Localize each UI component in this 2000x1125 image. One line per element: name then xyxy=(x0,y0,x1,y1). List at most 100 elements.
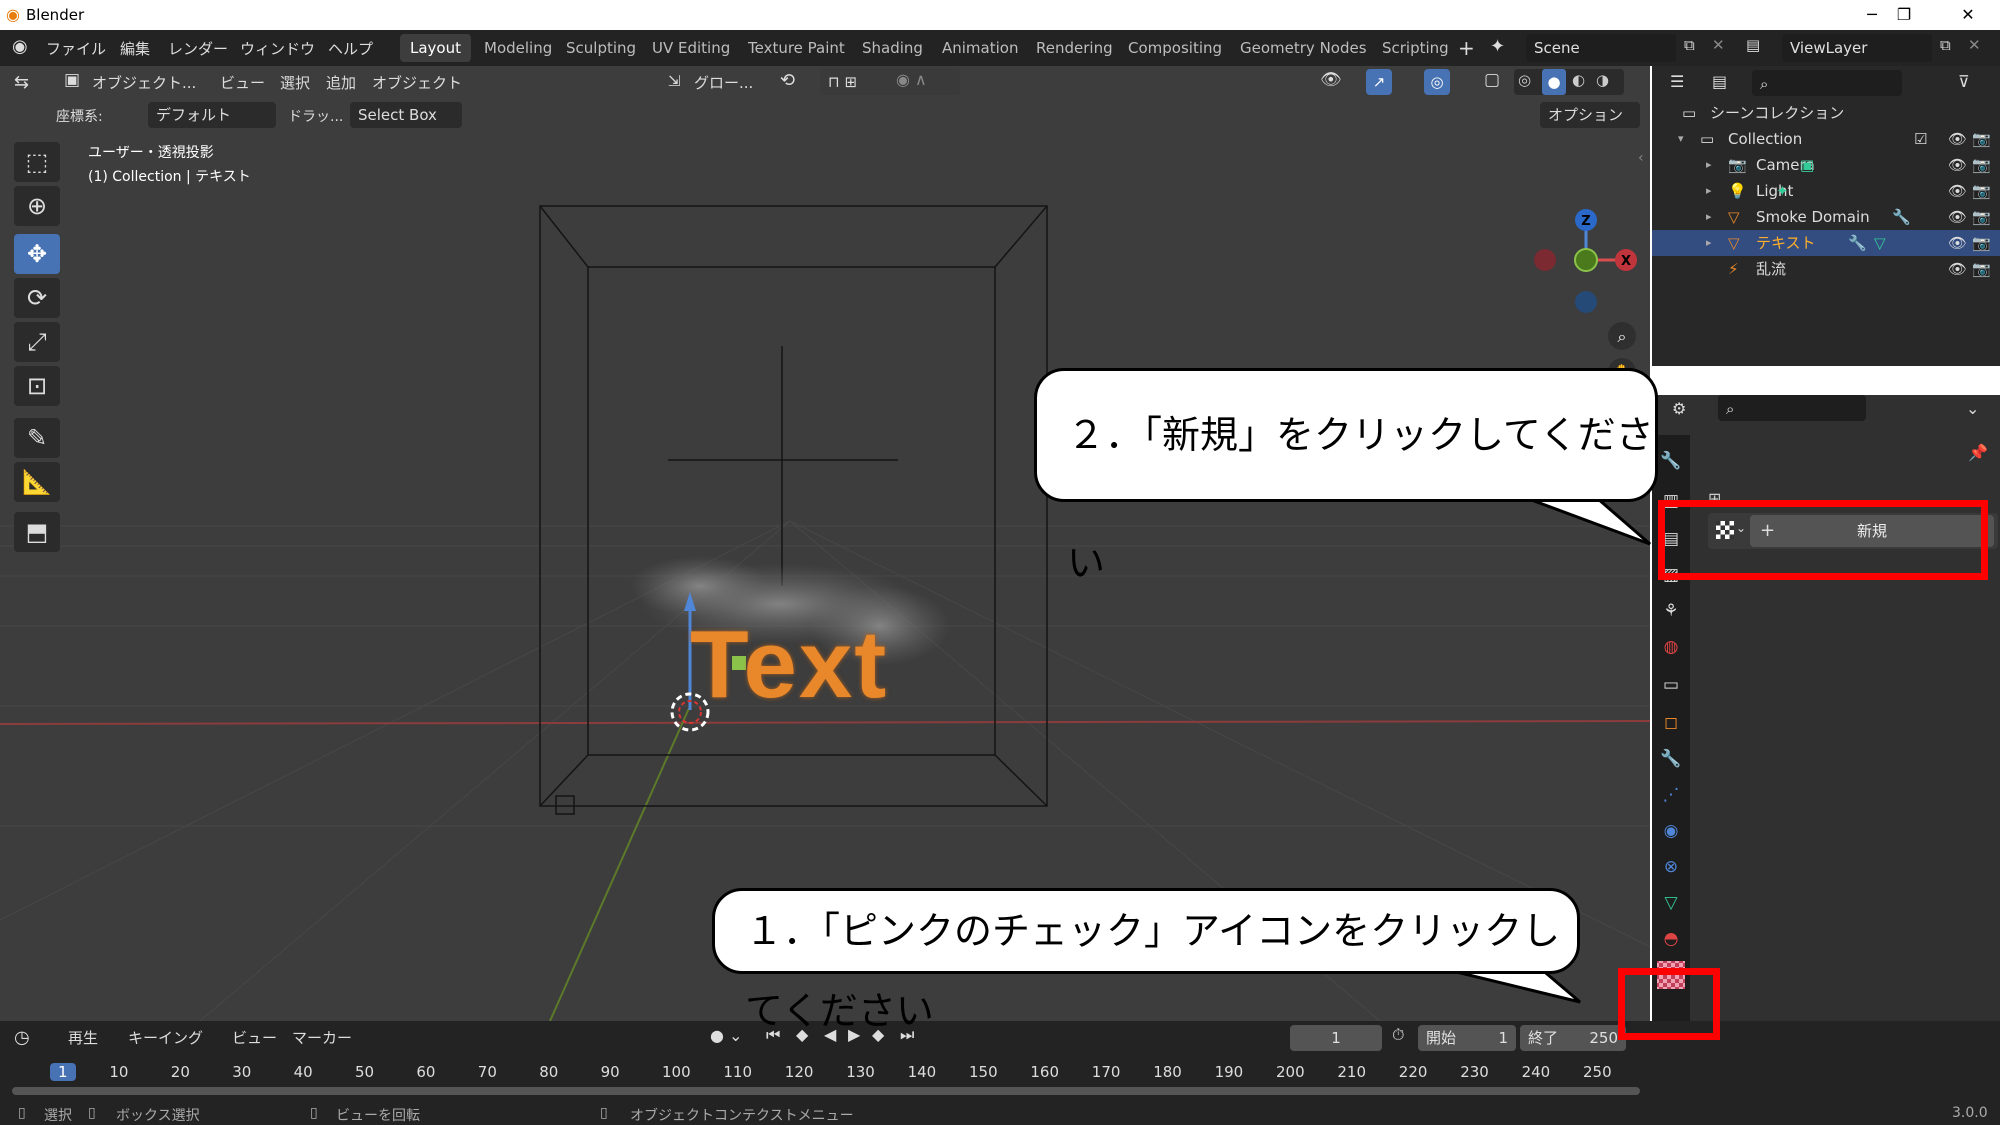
end-frame-field[interactable]: 終了 250 xyxy=(1520,1025,1626,1051)
proportional-edit-icon[interactable]: ◉ ∧ xyxy=(896,70,927,89)
menu-render[interactable]: レンダー xyxy=(168,38,228,59)
annotate-tool-icon[interactable]: ✎ xyxy=(14,418,60,458)
workspace-tab-geometry-nodes[interactable]: Geometry Nodes xyxy=(1230,34,1377,62)
delete-scene-icon[interactable]: ✕ xyxy=(1712,36,1725,54)
menu-object[interactable]: オブジェクト xyxy=(372,72,462,93)
particles-tab-icon[interactable]: ⋰ xyxy=(1657,781,1685,809)
workspace-tab-uv-editing[interactable]: UV Editing xyxy=(642,34,740,62)
viewlayer-icon[interactable]: ▤ xyxy=(1746,36,1760,54)
scene-icon[interactable]: ✦ xyxy=(1490,36,1505,57)
outliner-item-6[interactable]: ⚡ 乱流 👁 📷 xyxy=(1652,256,2000,282)
workspace-tab-sculpting[interactable]: Sculpting xyxy=(556,34,646,62)
render-camera-icon[interactable]: 📷 xyxy=(1972,152,1991,178)
collection-tab-icon[interactable]: ▭ xyxy=(1657,671,1685,699)
outliner-item-2[interactable]: ▸ 📷 Camera ▣ 👁 📷 xyxy=(1652,152,2000,178)
select-tool-icon[interactable]: ⬚ xyxy=(14,142,60,182)
outliner-item-5[interactable]: ▸ ▽ テキスト 🔧 ▽ 👁 📷 xyxy=(1652,230,2000,256)
start-frame-field[interactable]: 開始 1 xyxy=(1418,1025,1516,1051)
add-workspace-button[interactable]: + xyxy=(1458,36,1475,60)
render-camera-icon[interactable]: 📷 xyxy=(1972,126,1991,152)
expand-toggle[interactable]: ▸ xyxy=(1706,152,1712,178)
clock-icon[interactable]: ⏱ xyxy=(1392,1025,1404,1045)
visibility-eye-icon[interactable]: 👁 xyxy=(1948,152,1967,178)
constraints-tab-icon[interactable]: ⊗ xyxy=(1657,853,1685,881)
new-viewlayer-icon[interactable]: ⧉ xyxy=(1940,36,1951,54)
pivot-icon[interactable]: ⟲ xyxy=(780,70,795,91)
outliner-scene-collection[interactable]: ▭ シーンコレクション xyxy=(1652,100,2000,126)
filter-icon[interactable]: ⊽ xyxy=(1958,72,1970,91)
outliner-editor-icon[interactable]: ☰ xyxy=(1670,72,1684,91)
visibility-eye-icon[interactable]: 👁 xyxy=(1948,256,1967,282)
scene-selector[interactable]: Scene xyxy=(1526,34,1676,62)
tool-tab-icon[interactable]: 🔧 xyxy=(1657,447,1685,475)
maximize-button[interactable]: ❐ xyxy=(1872,0,1936,30)
scene-tab-icon[interactable]: ⚘ xyxy=(1657,597,1685,625)
viewlayer-selector[interactable]: ViewLayer xyxy=(1782,34,1932,62)
modifier-tab-icon[interactable]: 🔧 xyxy=(1657,745,1685,773)
workspace-tab-animation[interactable]: Animation xyxy=(932,34,1028,62)
current-frame-field[interactable]: 1 xyxy=(1290,1025,1382,1051)
data-tab-icon[interactable]: ▽ xyxy=(1657,889,1685,917)
add-cube-tool-icon[interactable]: ⬒ xyxy=(14,512,60,552)
display-mode-icon[interactable]: ▤ xyxy=(1712,72,1727,91)
outliner-search-input[interactable]: ⌕ xyxy=(1752,70,1902,96)
render-camera-icon[interactable]: 📷 xyxy=(1972,230,1991,256)
render-camera-icon[interactable]: 📷 xyxy=(1972,178,1991,204)
workspace-tab-rendering[interactable]: Rendering xyxy=(1026,34,1123,62)
expand-toggle[interactable]: ▸ xyxy=(1706,178,1712,204)
cursor-tool-icon[interactable]: ⊕ xyxy=(14,186,60,226)
expand-toggle[interactable]: ▾ xyxy=(1678,126,1684,152)
expand-toggle[interactable]: ▸ xyxy=(1706,230,1712,256)
solid-shading-icon[interactable]: ● xyxy=(1542,69,1566,95)
collapse-sidebar-icon[interactable]: ‹ xyxy=(1638,150,1644,166)
marker-menu[interactable]: マーカー xyxy=(292,1027,352,1048)
visibility-eye-icon[interactable]: 👁 xyxy=(1948,204,1967,230)
workspace-tab-compositing[interactable]: Compositing xyxy=(1118,34,1232,62)
menu-add[interactable]: 追加 xyxy=(326,72,356,93)
object-mode-icon[interactable]: ▣ xyxy=(64,70,80,90)
outliner-item-3[interactable]: ▸ 💡 Light ✦ 👁 📷 xyxy=(1652,178,2000,204)
wireframe-shading-icon[interactable]: ◎ xyxy=(1518,71,1531,89)
playback-menu[interactable]: 再生 xyxy=(68,1027,98,1048)
keying-menu[interactable]: キーイング xyxy=(128,1027,203,1048)
pin-icon[interactable]: 📌 xyxy=(1968,443,1988,462)
object-tab-icon[interactable]: ◻ xyxy=(1657,709,1685,737)
rotate-tool-icon[interactable]: ⟳ xyxy=(14,278,60,318)
mode-dropdown[interactable]: オブジェクト... xyxy=(92,72,196,93)
menu-file[interactable]: ファイル xyxy=(46,38,106,59)
material-shading-icon[interactable]: ◐ xyxy=(1572,71,1585,89)
transform-tool-icon[interactable]: ⊡ xyxy=(14,366,60,406)
menu-help[interactable]: ヘルプ xyxy=(328,38,373,59)
render-camera-icon[interactable]: 📷 xyxy=(1972,256,1991,282)
render-camera-icon[interactable]: 📷 xyxy=(1972,204,1991,230)
properties-editor-icon[interactable]: ⚙ xyxy=(1672,399,1686,418)
scale-tool-icon[interactable]: ⤢ xyxy=(14,322,60,362)
visibility-eye-icon[interactable]: 👁 xyxy=(1948,230,1967,256)
snap-group[interactable]: ⊓ ⊞ xyxy=(820,69,960,95)
coordinate-dropdown[interactable]: デフォルト xyxy=(148,102,276,128)
options-dropdown[interactable]: オプション xyxy=(1540,102,1640,128)
blender-menu-icon[interactable]: ◉ xyxy=(12,36,28,57)
visibility-icon[interactable]: 👁 xyxy=(1320,70,1342,90)
menu-select[interactable]: 選択 xyxy=(280,72,310,93)
new-scene-icon[interactable]: ⧉ xyxy=(1684,36,1695,54)
editor-type-icon[interactable]: ⇆ xyxy=(14,72,29,93)
visibility-eye-icon[interactable]: 👁 xyxy=(1948,178,1967,204)
expand-toggle[interactable]: ▸ xyxy=(1706,204,1712,230)
measure-tool-icon[interactable]: 📐 xyxy=(14,462,60,502)
visibility-eye-icon[interactable]: 👁 xyxy=(1948,126,1967,152)
properties-search-input[interactable]: ⌕ xyxy=(1718,395,1866,421)
menu-view[interactable]: ビュー xyxy=(220,72,265,93)
workspace-tab-layout[interactable]: Layout xyxy=(400,34,471,62)
workspace-tab-texture-paint[interactable]: Texture Paint xyxy=(738,34,855,62)
gizmo-toggle-icon[interactable]: ↗ xyxy=(1366,69,1392,95)
text-object[interactable]: Text xyxy=(690,610,888,720)
outliner-item-4[interactable]: ▸ ▽ Smoke Domain 🔧 👁 📷 xyxy=(1652,204,2000,230)
timeline-view-menu[interactable]: ビュー xyxy=(232,1027,277,1048)
snap-icon[interactable]: ⊓ ⊞ xyxy=(828,73,857,91)
rendered-shading-icon[interactable]: ◑ xyxy=(1596,71,1609,89)
close-button[interactable]: ✕ xyxy=(1936,0,2000,30)
drag-dropdown[interactable]: Select Box xyxy=(350,102,462,128)
workspace-tab-modeling[interactable]: Modeling xyxy=(474,34,562,62)
material-tab-icon[interactable]: ◓ xyxy=(1657,925,1685,953)
